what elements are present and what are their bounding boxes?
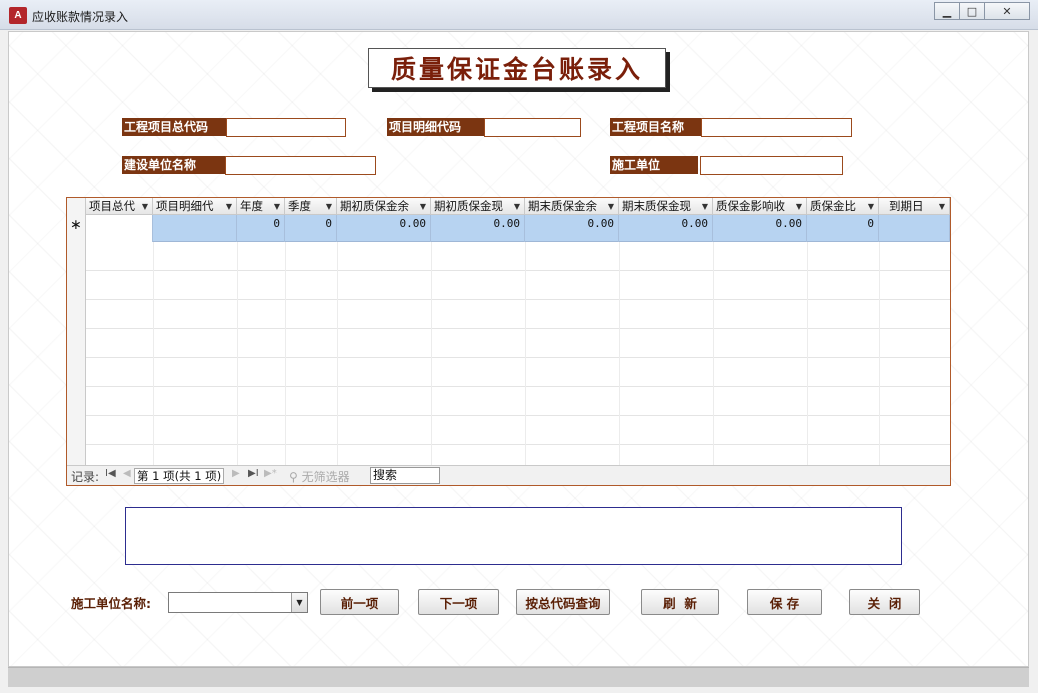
table-cell[interactable]: 0.00: [525, 215, 619, 242]
table-cell[interactable]: 0.00: [431, 215, 525, 242]
chevron-down-icon: ▼: [607, 202, 614, 211]
chevron-down-icon: ▼: [867, 202, 874, 211]
column-header[interactable]: 质保金影响收 ▼: [713, 198, 807, 215]
access-app-icon: A: [9, 7, 27, 24]
new-record-nav-icon[interactable]: ▶*: [264, 468, 277, 479]
table-cell[interactable]: 0: [807, 215, 879, 242]
table-row[interactable]: 0 0 0.00 0.00 0.00 0.00 0.00 0: [86, 215, 950, 242]
status-strip: [8, 667, 1029, 687]
minimize-button[interactable]: ▁: [934, 2, 960, 20]
close-button[interactable]: 关 闭: [849, 589, 920, 615]
filter-icon: ⚲: [289, 470, 302, 484]
column-header[interactable]: 期末质保金现 ▼: [619, 198, 713, 215]
table-cell[interactable]: 0.00: [619, 215, 713, 242]
window-controls: ▁ □ ✕: [934, 2, 1030, 20]
construction-unit-input[interactable]: [225, 156, 376, 175]
window-title: 应收账款情况录入: [32, 10, 129, 24]
column-header[interactable]: 期末质保金余 ▼: [525, 198, 619, 215]
refresh-button[interactable]: 刷 新: [641, 589, 719, 615]
chevron-down-icon: ▼: [325, 202, 332, 211]
project-total-code-input[interactable]: [226, 118, 346, 137]
chevron-down-icon: ▼: [938, 202, 945, 211]
close-window-button[interactable]: ✕: [984, 2, 1030, 20]
contractor-input[interactable]: [700, 156, 843, 175]
previous-record-icon[interactable]: ◀: [123, 468, 131, 479]
chevron-down-icon: ▼: [701, 202, 708, 211]
project-total-code-label: 工程项目总代码: [122, 118, 226, 136]
project-name-label: 工程项目名称: [610, 118, 701, 136]
contractor-name-combobox[interactable]: ▼: [168, 592, 308, 613]
save-button[interactable]: 保 存: [747, 589, 822, 615]
new-record-icon: ∗: [70, 217, 82, 233]
notes-textbox[interactable]: [125, 507, 902, 565]
search-input[interactable]: 搜索: [370, 467, 440, 484]
project-detail-code-label: 项目明细代码: [387, 118, 484, 136]
form-heading: 质量保证金台账录入: [368, 48, 666, 88]
record-selector-column[interactable]: ∗: [67, 198, 86, 465]
column-header[interactable]: 期初质保金余 ▼: [337, 198, 431, 215]
table-cell[interactable]: 0: [237, 215, 285, 242]
table-cell[interactable]: [86, 215, 153, 242]
construction-unit-label: 建设单位名称: [122, 156, 225, 174]
chevron-down-icon: ▼: [513, 202, 520, 211]
column-header[interactable]: 项目总代 ▼: [86, 198, 153, 215]
previous-button[interactable]: 前一项: [320, 589, 399, 615]
no-filter-indicator[interactable]: ⚲ 无筛选器: [289, 468, 350, 485]
record-position-field[interactable]: 第 1 项(共 1 项): [134, 468, 224, 484]
contractor-label: 施工单位: [610, 156, 698, 174]
chevron-down-icon[interactable]: ▼: [291, 593, 307, 612]
column-header[interactable]: 项目明细代 ▼: [153, 198, 237, 215]
title-bar: A 应收账款情况录入 ▁ □ ✕: [0, 0, 1038, 30]
table-cell[interactable]: 0: [285, 215, 337, 242]
table-cell[interactable]: [153, 215, 237, 242]
chevron-down-icon: ▼: [273, 202, 280, 211]
empty-grid-area: [86, 242, 950, 465]
chevron-down-icon: ▼: [141, 202, 148, 211]
project-name-input[interactable]: [701, 118, 852, 137]
chevron-down-icon: ▼: [419, 202, 426, 211]
column-header[interactable]: 季度 ▼: [285, 198, 337, 215]
chevron-down-icon: ▼: [225, 202, 232, 211]
form-heading-text: 质量保证金台账录入: [390, 55, 643, 84]
project-detail-code-input[interactable]: [484, 118, 581, 137]
column-header[interactable]: 到期日 ▼: [879, 198, 950, 215]
chevron-down-icon: ▼: [795, 202, 802, 211]
last-record-icon[interactable]: ▶I: [248, 468, 259, 479]
restore-button[interactable]: □: [959, 2, 985, 20]
column-header[interactable]: 期初质保金现 ▼: [431, 198, 525, 215]
datasheet: 项目总代 ▼ 项目明细代 ▼ 年度 ▼ 季度 ▼ 期初质保金余 ▼ 期初质保金现 ▼ 期末质…: [66, 197, 951, 486]
datasheet-header: 项目总代 ▼ 项目明细代 ▼ 年度 ▼ 季度 ▼ 期初质保金余 ▼ 期初质保金现 ▼ 期末质…: [67, 198, 950, 215]
next-button[interactable]: 下一项: [418, 589, 499, 615]
query-by-code-button[interactable]: 按总代码查询: [516, 589, 610, 615]
next-record-icon[interactable]: ▶: [232, 468, 240, 479]
column-header[interactable]: 质保金比 ▼: [807, 198, 879, 215]
record-label: 记录:: [71, 470, 100, 484]
record-navigation-bar: 记录: I◀ ◀ 第 1 项(共 1 项) ▶ ▶I ▶* ⚲ 无筛选器 搜索: [67, 465, 950, 485]
table-cell[interactable]: 0.00: [337, 215, 431, 242]
column-header[interactable]: 年度 ▼: [237, 198, 285, 215]
table-cell[interactable]: [879, 215, 950, 242]
contractor-name-label: 施工单位名称:: [71, 596, 151, 611]
table-cell[interactable]: 0.00: [713, 215, 807, 242]
first-record-icon[interactable]: I◀: [105, 468, 116, 479]
